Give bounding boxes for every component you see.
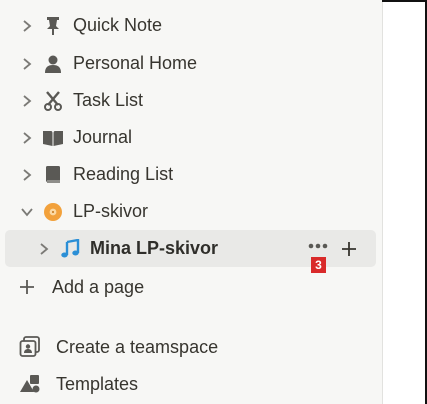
sidebar-item-label: Task List: [73, 90, 144, 110]
sidebar-item-personal-home[interactable]: Personal Home: [0, 45, 382, 82]
book-open-icon: [42, 127, 64, 149]
chevron-right-icon[interactable]: [20, 131, 34, 145]
music-note-icon: [59, 238, 81, 260]
chevron-right-icon[interactable]: [20, 168, 34, 182]
sidebar-item-journal[interactable]: Journal: [0, 119, 382, 156]
sidebar: Quick Note Personal Home Task List Journ…: [0, 0, 382, 404]
chevron-right-icon[interactable]: [20, 19, 34, 33]
plus-icon: [18, 278, 36, 296]
create-teamspace-label: Create a teamspace: [56, 336, 219, 357]
sidebar-item-lp-skivor[interactable]: LP-skivor: [0, 193, 382, 230]
create-teamspace-button[interactable]: Create a teamspace: [0, 329, 382, 365]
add-page-button[interactable]: Add a page: [0, 269, 382, 305]
sidebar-item-task-list[interactable]: Task List: [0, 82, 382, 119]
sidebar-divider: [382, 0, 383, 404]
chevron-right-icon[interactable]: [20, 94, 34, 108]
chevron-right-icon[interactable]: [37, 242, 51, 256]
more-options-icon[interactable]: [305, 237, 331, 255]
add-subpage-button[interactable]: [340, 240, 358, 258]
vinyl-icon: [42, 201, 64, 223]
sidebar-item-label: Mina LP-skivor: [90, 238, 219, 258]
sidebar-item-label: Quick Note: [73, 15, 163, 35]
window-frame: Quick Note Personal Home Task List Journ…: [0, 0, 427, 404]
sidebar-item-label: LP-skivor: [73, 201, 149, 221]
add-page-label: Add a page: [52, 276, 145, 297]
templates-button[interactable]: Templates: [0, 366, 382, 402]
sidebar-item-reading-list[interactable]: Reading List: [0, 156, 382, 193]
chevron-down-icon[interactable]: [20, 205, 34, 219]
sidebar-item-label: Reading List: [73, 164, 174, 184]
window-top-border: [382, 0, 427, 2]
book-icon: [42, 164, 64, 186]
sidebar-item-quick-note[interactable]: Quick Note: [0, 7, 382, 44]
pin-icon: [42, 15, 64, 37]
sidebar-item-label: Journal: [73, 127, 133, 147]
scissors-icon: [42, 90, 64, 112]
person-icon: [42, 53, 64, 75]
templates-label: Templates: [56, 373, 139, 394]
sidebar-item-label: Personal Home: [73, 53, 198, 73]
teamspace-icon: [18, 335, 42, 359]
templates-icon: [18, 372, 42, 396]
chevron-right-icon[interactable]: [20, 57, 34, 71]
